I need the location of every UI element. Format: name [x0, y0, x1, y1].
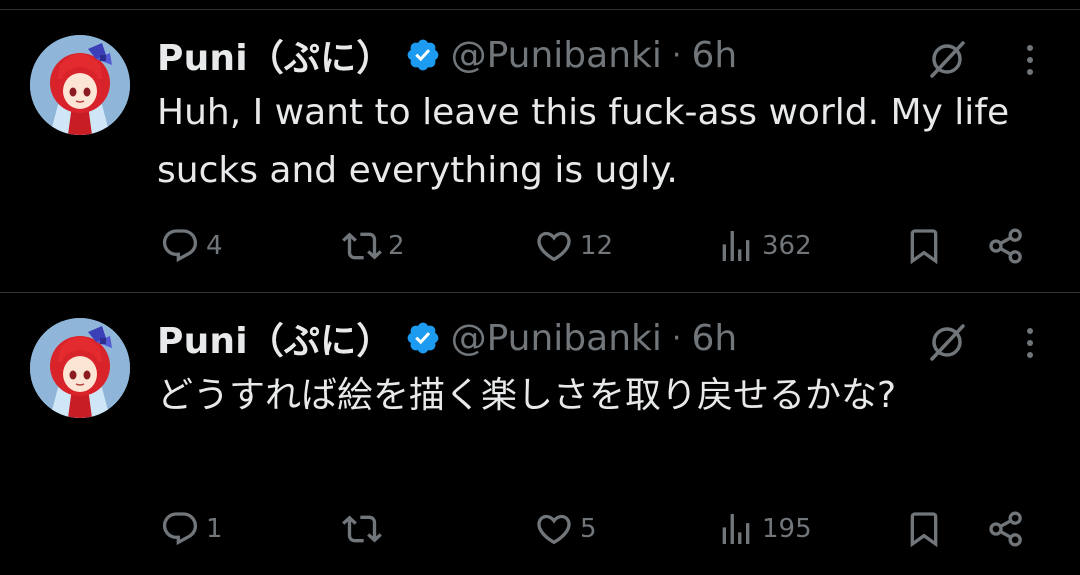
display-name[interactable]: Puni（ぷに） [157, 312, 393, 364]
views-icon [722, 231, 750, 261]
repost-button[interactable] [342, 507, 388, 551]
reply-button[interactable]: 4 [160, 224, 223, 268]
bookmark-button[interactable] [904, 224, 944, 268]
share-button[interactable] [986, 224, 1026, 268]
verified-badge-icon[interactable] [405, 37, 441, 73]
reply-icon [162, 512, 198, 546]
tweet-header: Puni（ぷに） @Punibanki · 6h [157, 29, 737, 81]
views-button[interactable]: 195 [716, 507, 812, 551]
like-count: 12 [580, 231, 614, 261]
timestamp[interactable]: 6h [691, 318, 737, 359]
verified-badge-icon[interactable] [405, 320, 441, 356]
reply-count: 1 [206, 514, 223, 544]
separator-dot: · [671, 320, 682, 356]
like-count: 5 [580, 514, 597, 544]
repost-count: 2 [388, 231, 405, 261]
handle[interactable]: @Punibanki [451, 318, 662, 359]
heart-icon [537, 231, 571, 262]
grok-icon[interactable] [926, 321, 968, 363]
like-button[interactable]: 5 [534, 507, 597, 551]
tweet[interactable]: Puni（ぷに） @Punibanki · 6h Huh, I want to … [0, 10, 1080, 292]
repost-icon [342, 232, 382, 260]
handle[interactable]: @Punibanki [451, 35, 662, 76]
separator-dot: · [671, 37, 682, 73]
share-button[interactable] [986, 507, 1026, 551]
tweet-text: Huh, I want to leave this fuck-ass world… [157, 92, 1010, 191]
share-icon [989, 511, 1022, 547]
heart-icon [537, 514, 571, 545]
views-icon [722, 514, 750, 544]
share-icon [989, 228, 1022, 264]
reply-count: 4 [206, 231, 223, 261]
tweet[interactable]: Puni（ぷに） @Punibanki · 6h どうすれば絵を描く楽しさを取り… [0, 293, 1080, 575]
bookmark-icon [910, 512, 938, 548]
reply-button[interactable]: 1 [160, 507, 223, 551]
views-button[interactable]: 362 [716, 224, 812, 268]
repost-icon [342, 515, 382, 543]
like-button[interactable]: 12 [534, 224, 613, 268]
avatar[interactable] [30, 318, 130, 418]
repost-button[interactable]: 2 [342, 224, 405, 268]
more-icon[interactable] [1020, 40, 1040, 80]
avatar[interactable] [30, 35, 130, 135]
timestamp[interactable]: 6h [691, 35, 737, 76]
display-name[interactable]: Puni（ぷに） [157, 29, 393, 81]
more-icon[interactable] [1020, 323, 1040, 363]
reply-icon [162, 229, 198, 263]
tweet-text: どうすれば絵を描く楽しさを取り戻せるかな? [157, 375, 897, 416]
bookmark-button[interactable] [904, 507, 944, 551]
views-count: 195 [762, 514, 812, 544]
bookmark-icon [910, 229, 938, 265]
tweet-header: Puni（ぷに） @Punibanki · 6h [157, 312, 737, 364]
views-count: 362 [762, 231, 812, 261]
grok-icon[interactable] [926, 38, 968, 80]
